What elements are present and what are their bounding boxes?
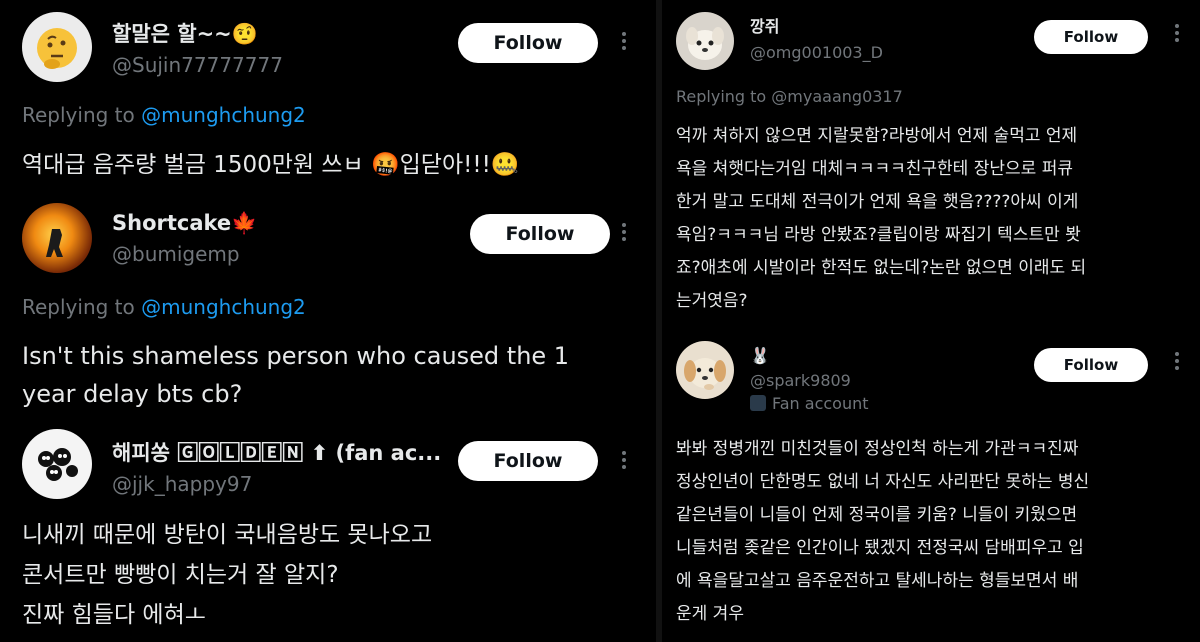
replying-to: Replying to @myaaang0317 xyxy=(676,87,903,106)
avatar[interactable] xyxy=(676,12,734,70)
user-handle[interactable]: @Sujin77777777 xyxy=(112,52,442,78)
tweet-text-line: 정상인년이 단한명도 없네 너 자신도 사리판단 못하는 병신 xyxy=(676,472,1090,492)
follow-button[interactable]: Follow xyxy=(1034,20,1148,54)
more-icon[interactable] xyxy=(616,451,632,472)
user-handle[interactable]: @jjk_happy97 xyxy=(112,471,442,497)
replying-prefix: Replying to xyxy=(676,87,772,106)
reply-post[interactable]: 할말은 할~~🤨 @Sujin77777777 Follow Replying … xyxy=(0,0,656,195)
fan-account-badge: Fan account xyxy=(750,394,1030,413)
tweet-text-line: 진짜 힘들다 에혀ㅗ xyxy=(22,602,206,628)
badge-label: Fan account xyxy=(772,394,869,413)
mention-link[interactable]: @myaaang0317 xyxy=(771,87,902,106)
avatar[interactable] xyxy=(22,12,92,82)
user-handle[interactable]: @spark9809 xyxy=(750,370,1030,392)
display-name[interactable]: 해피쏭 🄶🄾🄻🄳🄴🄽 ⬆ (fan ac... xyxy=(112,439,442,467)
tweet-text-line: 같은년들이 니들이 언제 정국이를 키움? 니들이 키웠으면 xyxy=(676,505,1078,525)
tweet-text-line: 는거엿음? xyxy=(676,291,748,311)
follow-button[interactable]: Follow xyxy=(470,214,610,254)
puppy-avatar-2-icon xyxy=(684,358,726,390)
soot-sprites-avatar-icon xyxy=(38,448,78,481)
thinking-emoji-avatar-icon xyxy=(37,28,77,69)
reply-post[interactable]: 깡쥐 @omg001003_D Follow Replying to @myaa… xyxy=(662,0,1200,335)
fire-avatar-icon xyxy=(46,229,63,257)
more-icon[interactable] xyxy=(1170,24,1184,45)
display-name[interactable]: 할말은 할~~🤨 xyxy=(112,20,442,48)
reply-post[interactable]: 🐰 @spark9809 Fan account Follow 봐봐 정병개낀 … xyxy=(662,335,1200,642)
avatar[interactable] xyxy=(676,341,734,399)
tweet-text-line: 억까 쳐하지 않으면 지랄못함?라방에서 언제 술먹고 언제 xyxy=(676,126,1078,146)
tweet-text-line: 욕을 쳐햇다는거임 대체ㅋㅋㅋㅋ친구한테 장난으로 퍼큐 xyxy=(676,159,1073,179)
screenshot-collage: 할말은 할~~🤨 @Sujin77777777 Follow Replying … xyxy=(0,0,1200,642)
tweet-text-line: 욕임?ㅋㅋㅋ님 라방 안봤죠?클립이랑 짜집기 텍스트만 봣 xyxy=(676,225,1081,245)
mention-link[interactable]: @munghchung2 xyxy=(141,103,306,127)
replying-to: Replying to @munghchung2 xyxy=(22,295,306,319)
reply-post[interactable]: Shortcake🍁 @bumigemp Follow Replying to … xyxy=(0,195,656,425)
reply-post[interactable]: 해피쏭 🄶🄾🄻🄳🄴🄽 ⬆ (fan ac... @jjk_happy97 Fol… xyxy=(0,425,656,642)
left-reply-thread: 할말은 할~~🤨 @Sujin77777777 Follow Replying … xyxy=(0,0,656,642)
user-handle[interactable]: @omg001003_D xyxy=(750,42,1030,64)
tweet-text-line: 죠?애초에 시발이라 한적도 없는데?논란 없으면 이래도 되 xyxy=(676,258,1087,278)
tweet-text: 역대급 음주량 벌금 1500만원 쓰ㅂ 🤬입닫아!!!🤐 xyxy=(22,152,520,178)
user-handle[interactable]: @bumigemp xyxy=(112,241,452,267)
puppy-avatar-icon xyxy=(686,27,724,60)
display-name[interactable]: Shortcake🍁 xyxy=(112,209,452,237)
tweet-text-line: year delay bts cb? xyxy=(22,380,243,408)
tweet-text: 억까 쳐하지 않으면 지랄못함?라방에서 언제 술먹고 언제 욕을 쳐햇다는거임… xyxy=(676,120,1196,318)
tweet-text-line: 니새끼 때문에 방탄이 국내음방도 못나오고 xyxy=(22,522,433,548)
tweet-text-line: 한거 말고 도대체 전극이가 언제 욕을 햇음????아씨 이게 xyxy=(676,192,1079,212)
follow-button[interactable]: Follow xyxy=(458,23,598,63)
tweet-text-line: 에 욕을달고살고 음주운전하고 탈세나하는 형들보면서 배 xyxy=(676,571,1079,591)
more-icon[interactable] xyxy=(616,32,632,53)
tweet-text-line: 봐봐 정병개낀 미친것들이 정상인척 하는게 가관ㅋㅋ진짜 xyxy=(676,439,1079,459)
display-name[interactable]: 🐰 xyxy=(750,345,1030,367)
avatar[interactable] xyxy=(22,429,92,499)
follow-button[interactable]: Follow xyxy=(458,441,598,481)
mention-link[interactable]: @munghchung2 xyxy=(141,295,306,319)
more-icon[interactable] xyxy=(1170,352,1184,373)
more-icon[interactable] xyxy=(616,223,632,244)
display-name[interactable]: 깡쥐 xyxy=(750,16,1030,38)
right-reply-thread: 깡쥐 @omg001003_D Follow Replying to @myaa… xyxy=(662,0,1200,642)
tweet-text-line: 운게 겨우 xyxy=(676,604,744,624)
tweet-text-line: Isn't this shameless person who caused t… xyxy=(22,342,570,370)
tweet-text-line: 콘서트만 빵빵이 치는거 잘 알지? xyxy=(22,562,339,588)
replying-prefix: Replying to xyxy=(22,103,142,127)
follow-button[interactable]: Follow xyxy=(1034,348,1148,382)
tweet-text-line: 니들처럼 좆같은 인간이나 됐겠지 전정국씨 담배피우고 입 xyxy=(676,538,1084,558)
tweet-text: Isn't this shameless person who caused t… xyxy=(22,337,647,413)
fan-badge-icon xyxy=(750,395,766,411)
avatar[interactable] xyxy=(22,203,92,273)
replying-to: Replying to @munghchung2 xyxy=(22,103,306,127)
replying-prefix: Replying to xyxy=(22,295,142,319)
tweet-text: 봐봐 정병개낀 미친것들이 정상인척 하는게 가관ㅋㅋ진짜 정상인년이 단한명도… xyxy=(676,433,1196,631)
tweet-text: 니새끼 때문에 방탄이 국내음방도 못나오고 콘서트만 빵빵이 치는거 잘 알지… xyxy=(22,515,647,635)
